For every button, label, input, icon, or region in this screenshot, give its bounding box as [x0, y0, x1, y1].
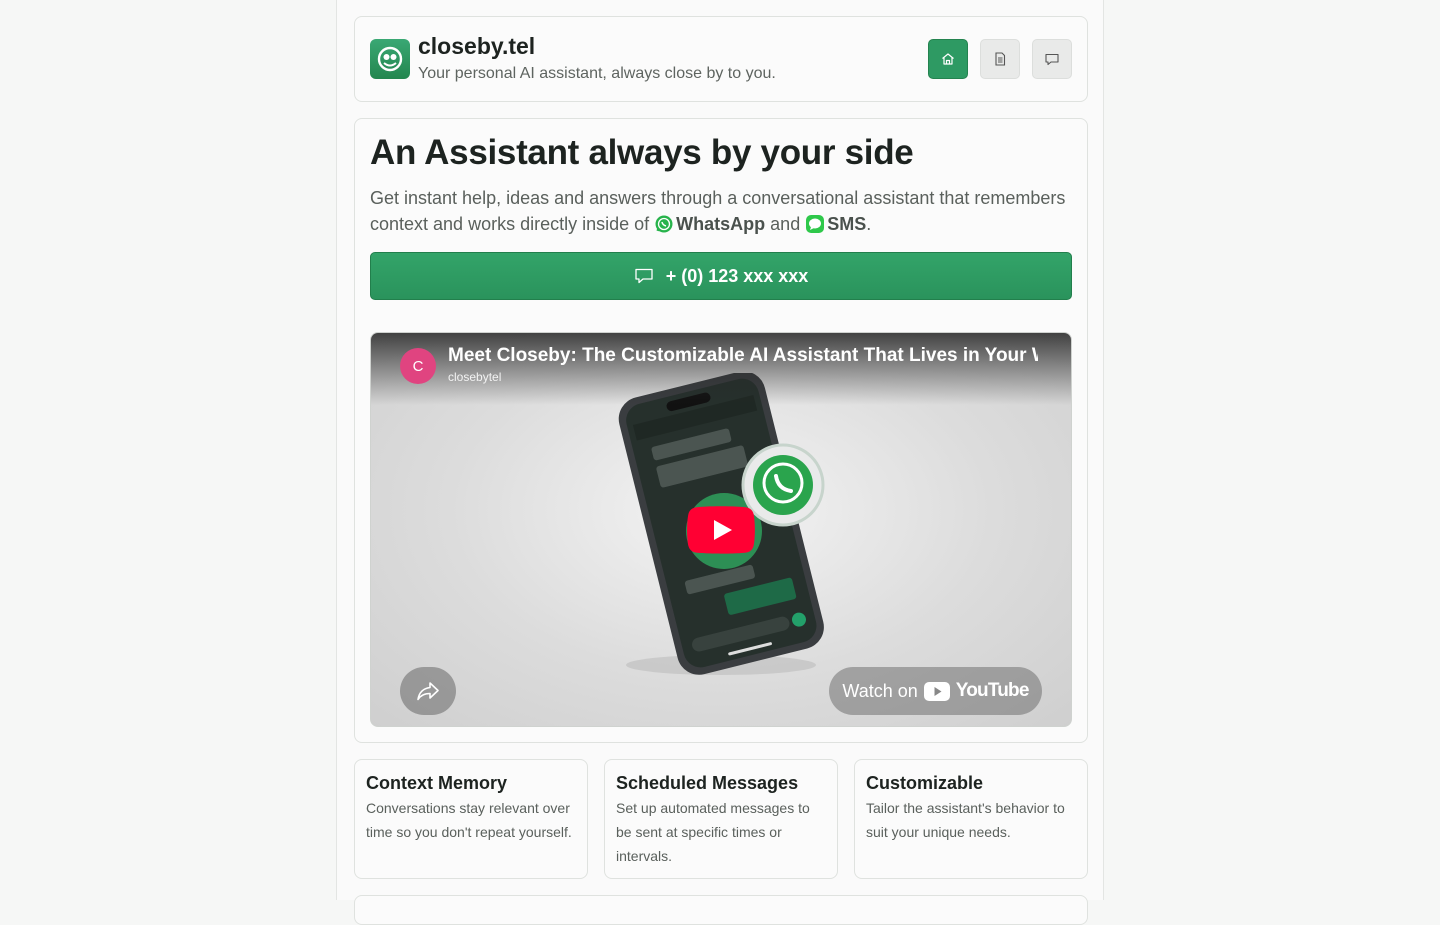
nav-docs-button[interactable] — [980, 39, 1020, 79]
whatsapp-label: WhatsApp — [676, 214, 766, 234]
page-container: closeby.tel Your personal AI assistant, … — [336, 0, 1104, 925]
play-icon[interactable] — [687, 506, 755, 554]
watch-on-label: Watch on — [842, 680, 918, 701]
feature-card-scheduled-messages: Scheduled Messages Set up automated mess… — [604, 759, 838, 879]
youtube-video-embed[interactable]: C Meet Closeby: The Customizable AI Assi… — [370, 332, 1072, 727]
watch-on-youtube-button[interactable]: Watch on YouTube — [829, 667, 1042, 715]
feature-card-context-memory: Context Memory Conversations stay releva… — [354, 759, 588, 879]
home-icon — [942, 53, 954, 65]
site-header: closeby.tel Your personal AI assistant, … — [354, 16, 1088, 102]
feature-text: Conversations stay relevant over time so… — [366, 800, 572, 840]
document-icon — [995, 52, 1006, 66]
youtube-logo-icon — [923, 681, 950, 701]
nav-chat-button[interactable] — [1032, 39, 1072, 79]
feature-card-customizable: Customizable Tailor the assistant's beha… — [854, 759, 1088, 879]
channel-avatar[interactable]: C — [400, 348, 436, 384]
sms-icon — [806, 215, 825, 233]
sms-label: SMS — [827, 214, 867, 234]
logo[interactable] — [370, 39, 410, 79]
whatsapp-icon — [655, 215, 673, 233]
share-icon — [417, 682, 439, 701]
feature-text: Tailor the assistant's behavior to suit … — [866, 800, 1065, 840]
video-title[interactable]: Meet Closeby: The Customizable AI Assist… — [448, 345, 1038, 367]
conjunction-text: and — [770, 214, 801, 234]
video-topbar: C Meet Closeby: The Customizable AI Assi… — [371, 333, 1071, 405]
feature-title: Scheduled Messages — [616, 773, 799, 793]
feature-text: Set up automated messages to be sent at … — [616, 800, 810, 864]
contact-number-label: + (0) 123 xxx xxx — [665, 265, 809, 286]
youtube-wordmark: YouTube — [955, 680, 1030, 701]
feature-title: Customizable — [866, 773, 984, 793]
hero-title: An Assistant always by your side — [370, 133, 914, 172]
chat-icon — [1045, 53, 1059, 66]
hero-section: An Assistant always by your side Get ins… — [354, 118, 1088, 743]
brand-title[interactable]: closeby.tel — [418, 33, 535, 60]
nav-home-button[interactable] — [928, 39, 968, 79]
contact-number-button[interactable]: + (0) 123 xxx xxx — [370, 252, 1072, 300]
feature-title: Context Memory — [366, 773, 508, 793]
share-button[interactable] — [400, 667, 456, 715]
closeby-logo-icon — [377, 46, 403, 72]
brand-tagline: Your personal AI assistant, always close… — [418, 65, 776, 82]
chat-icon — [635, 268, 653, 284]
hero-description: Get instant help, ideas and answers thro… — [370, 185, 1075, 237]
video-channel-name[interactable]: closebytel — [448, 370, 501, 384]
period-text: . — [866, 214, 872, 234]
